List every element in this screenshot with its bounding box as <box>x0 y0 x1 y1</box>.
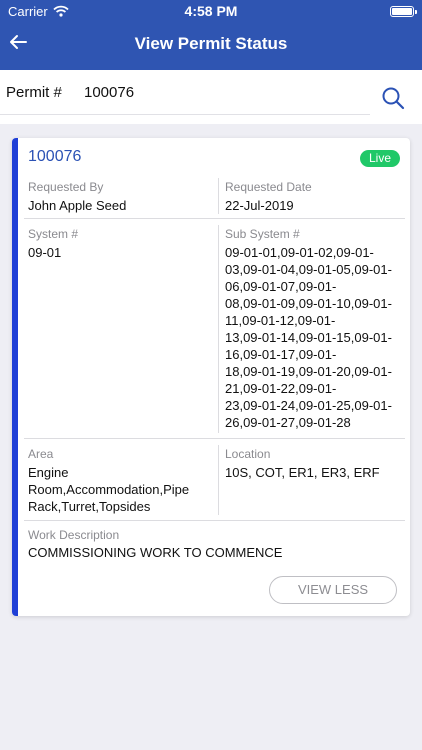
requested-date-label: Requested Date <box>225 180 312 194</box>
area-line: Rack,Turret,Topsides <box>28 499 151 514</box>
search-divider <box>0 114 370 115</box>
permit-search-input[interactable]: 100076 <box>84 84 134 101</box>
permit-search-bar: Permit # 100076 <box>0 70 422 124</box>
area-line: Engine <box>28 465 69 480</box>
subsystem-line: 26,09-01-27,09-01-28 <box>225 415 351 430</box>
status-badge: Live <box>360 150 400 167</box>
location-value: 10S, COT, ER1, ER3, ERF <box>225 465 380 480</box>
clock: 4:58 PM <box>184 3 238 19</box>
column-divider <box>218 178 219 214</box>
subsystem-line: 23,09-01-24,09-01-25,09-01- <box>225 398 392 413</box>
system-label: System # <box>28 227 79 241</box>
permit-search-label: Permit # <box>6 84 62 101</box>
subsystem-line: 21,09-01-22,09-01- <box>225 381 337 396</box>
requested-by-label: Requested By <box>28 180 104 194</box>
area-label: Area <box>28 447 54 461</box>
permit-number[interactable]: 100076 <box>28 148 81 166</box>
column-divider <box>218 225 219 433</box>
subsystem-value: 09-01-01,09-01-02,09-01- 03,09-01-04,09-… <box>225 244 405 431</box>
work-description-value: COMMISSIONING WORK TO COMMENCE <box>28 545 283 560</box>
subsystem-line: 03,09-01-04,09-01-05,09-01- <box>225 262 392 277</box>
row-divider <box>24 218 405 219</box>
subsystem-line: 16,09-01-17,09-01- <box>225 347 337 362</box>
subsystem-line: 18,09-01-19,09-01-20,09-01- <box>225 364 392 379</box>
subsystem-line: 06,09-01-07,09-01- <box>225 279 337 294</box>
work-description-label: Work Description <box>28 528 120 542</box>
navigation-bar: Carrier 4:58 PM View Permit Status <box>0 0 422 70</box>
column-divider <box>218 445 219 515</box>
subsystem-line: 08,09-01-09,09-01-10,09-01- <box>225 296 392 311</box>
card-accent-bar <box>12 138 18 616</box>
page-title: View Permit Status <box>134 34 288 53</box>
area-value: Engine Room,Accommodation,Pipe Rack,Turr… <box>28 464 216 515</box>
view-less-button[interactable]: VIEW LESS <box>269 576 397 604</box>
subsystem-line: 09-01-01,09-01-02,09-01- <box>225 245 374 260</box>
location-label: Location <box>225 447 271 461</box>
system-value: 09-01 <box>28 245 62 260</box>
battery-icon <box>390 6 417 17</box>
row-divider <box>24 438 405 439</box>
requested-by-value: John Apple Seed <box>28 198 127 213</box>
requested-date-value: 22-Jul-2019 <box>225 198 294 213</box>
battery-fill <box>392 8 412 15</box>
subsystem-line: 13,09-01-14,09-01-15,09-01- <box>225 330 392 345</box>
search-icon[interactable] <box>380 85 406 111</box>
permit-card: 100076 Live Requested By John Apple Seed… <box>12 138 410 616</box>
row-divider <box>24 520 405 521</box>
subsystem-label: Sub System # <box>225 227 300 241</box>
area-line: Room,Accommodation,Pipe <box>28 482 190 497</box>
subsystem-line: 11,09-01-12,09-01- <box>225 313 336 328</box>
status-bar: Carrier 4:58 PM <box>0 0 422 22</box>
